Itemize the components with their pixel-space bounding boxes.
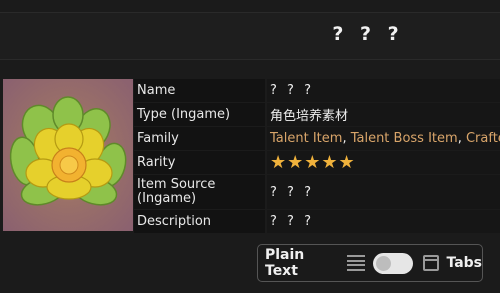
row-key: Description [134,210,265,233]
page-title: ? ? ? [332,23,404,45]
family-value: Talent Item, Talent Boss Item, Crafted [267,127,500,150]
title-bar: ? ? ? [0,12,500,60]
row-key: Type (Ingame) [134,103,265,126]
row-item-source: Item Source (Ingame) ? ? ? [134,175,500,209]
family-link-crafted[interactable]: Crafted [466,131,500,146]
row-description: Description ? ? ? [134,210,500,233]
family-link-talent-boss-item[interactable]: Talent Boss Item [351,131,458,146]
view-mode-toggle-panel: Plain Text Tabs [257,244,483,282]
item-source-value: ? ? ? [267,175,500,209]
rarity-stars-icon: ★★★★★ [270,151,356,173]
row-type: Type (Ingame) 角色培养素材 [134,103,500,126]
name-value: ? ? ? [267,79,500,102]
row-key: Item Source (Ingame) [134,175,265,209]
row-key: Rarity [134,151,265,174]
description-value: ? ? ? [267,210,500,233]
row-key: Name [134,79,265,102]
row-name: Name ? ? ? [134,79,500,102]
item-page: ? ? ? Name ? ? ? Type (Ingame) 角色培养素材 Fa… [0,0,500,293]
plain-text-label[interactable]: Plain Text [265,247,339,279]
row-family: Family Talent Item, Talent Boss Item, Cr… [134,127,500,150]
item-image [3,79,133,231]
item-info-table: Name ? ? ? Type (Ingame) 角色培养素材 Family T… [134,79,500,234]
list-lines-icon [347,255,365,271]
rarity-value: ★★★★★ [267,151,500,174]
family-link-talent-item[interactable]: Talent Item [270,131,342,146]
view-mode-switch[interactable] [372,252,413,274]
golden-flower-icon [9,96,127,206]
window-tabs-icon [422,255,440,271]
switch-knob [375,255,391,271]
row-rarity: Rarity ★★★★★ [134,151,500,174]
tabs-label[interactable]: Tabs [446,255,482,271]
type-value: 角色培养素材 [267,103,500,126]
row-key: Family [134,127,265,150]
